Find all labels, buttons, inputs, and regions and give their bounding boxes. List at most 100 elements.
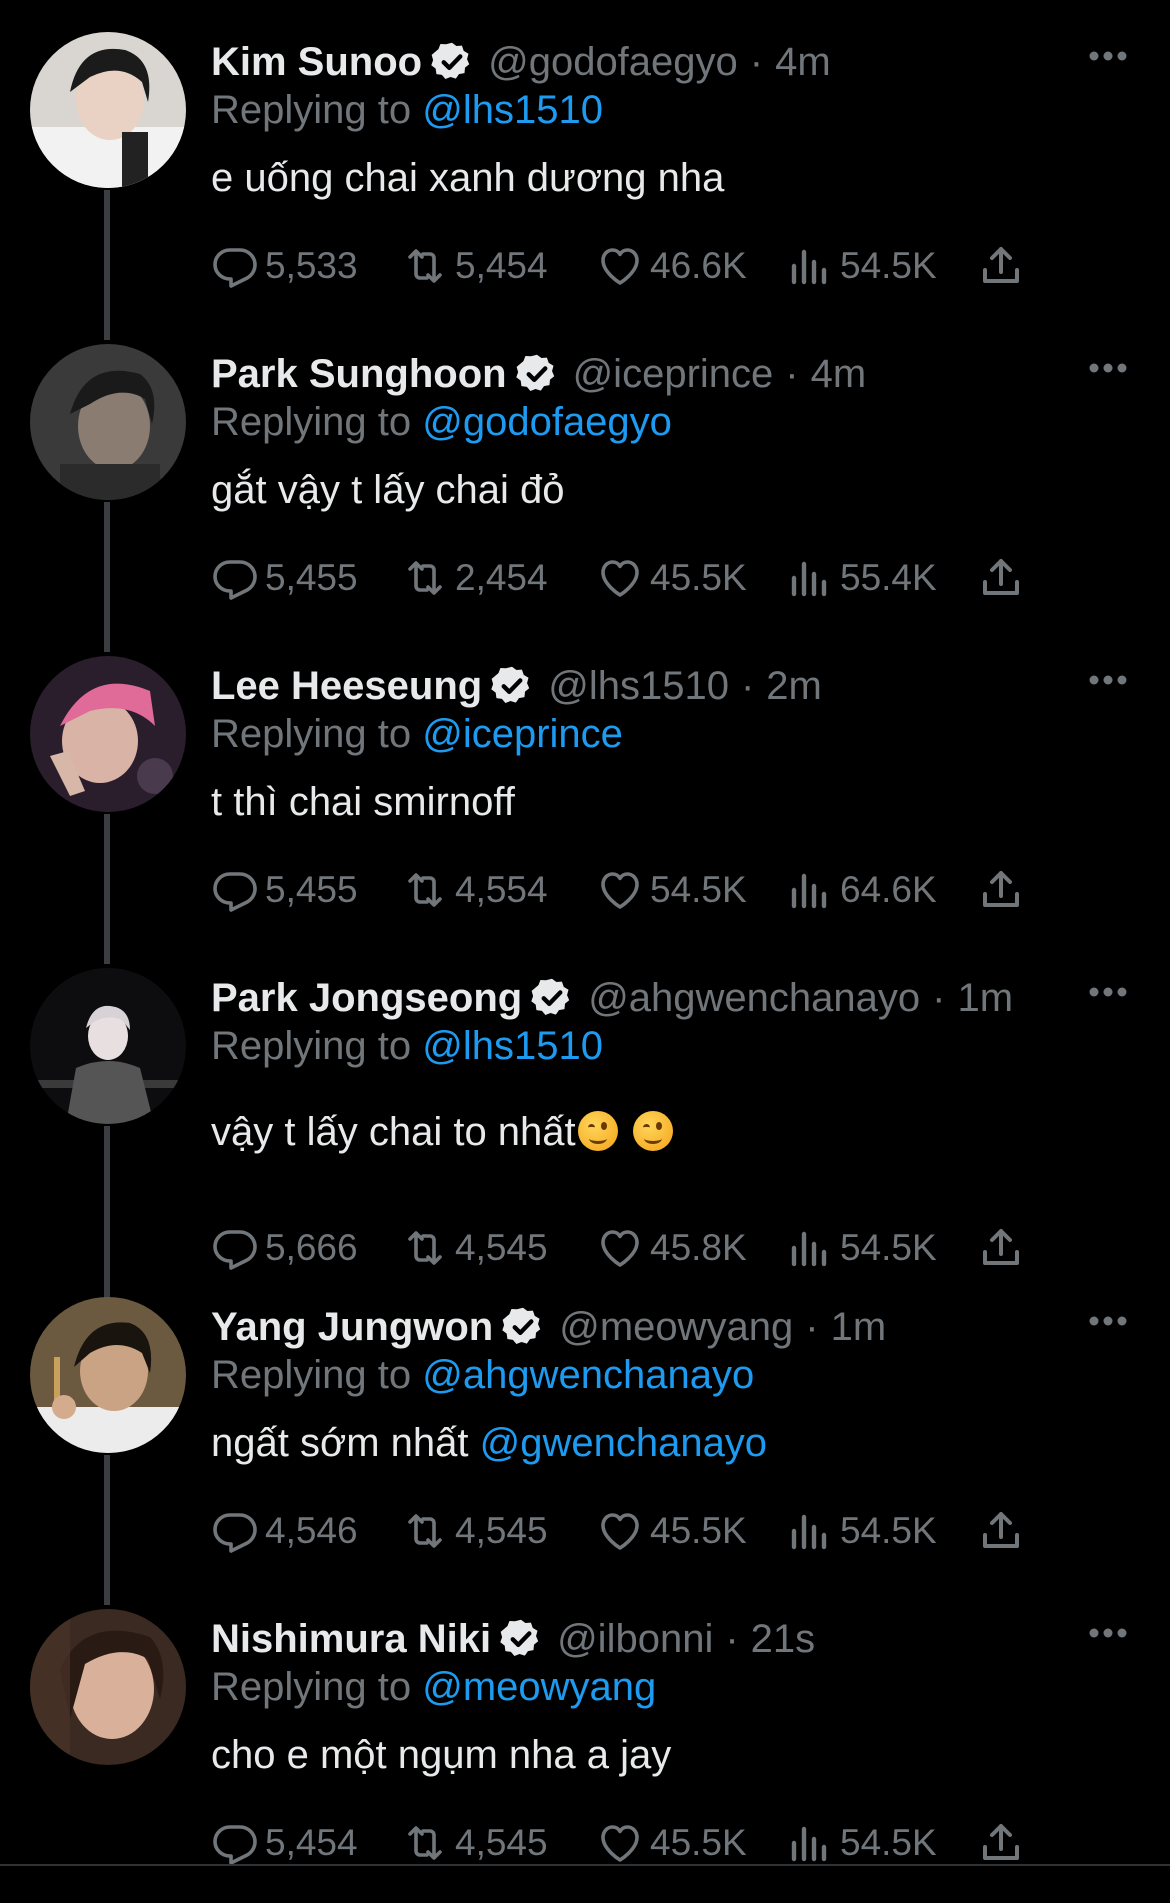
replying-to-mention[interactable]: @lhs1510	[422, 1024, 603, 1068]
timestamp[interactable]: 4m	[811, 348, 867, 400]
timestamp[interactable]: 21s	[751, 1613, 816, 1665]
tweet-text: e uống chai xanh dương nha	[211, 156, 725, 200]
reply-button[interactable]: 5,533	[211, 238, 358, 294]
display-name[interactable]: Yang Jungwon	[211, 1301, 493, 1353]
retweet-button[interactable]: 4,545	[401, 1503, 548, 1559]
tweet[interactable]: Yang Jungwon @meowyang · 1m Replying to …	[0, 1265, 1170, 1605]
user-handle[interactable]: @ilbonni	[557, 1613, 713, 1665]
share-button[interactable]	[977, 862, 1031, 918]
avatar[interactable]	[30, 1609, 186, 1765]
replying-to-mention[interactable]: @godofaegyo	[422, 400, 672, 444]
reply-button[interactable]: 5,455	[211, 550, 358, 606]
heart-icon	[601, 1513, 639, 1550]
avatar[interactable]	[30, 344, 186, 500]
reply-button[interactable]: 5,455	[211, 862, 358, 918]
views-button[interactable]: 54.5K	[786, 1503, 937, 1559]
heart-icon	[601, 248, 639, 285]
tweet[interactable]: Kim Sunoo @godofaegyo · 4m Replying to @…	[0, 0, 1170, 340]
user-handle[interactable]: @godofaegyo	[488, 36, 738, 88]
timestamp[interactable]: 1m	[957, 972, 1013, 1024]
views-button[interactable]: 54.5K	[786, 1815, 937, 1871]
verified-badge-icon	[531, 978, 570, 1016]
like-button[interactable]: 45.5K	[596, 550, 747, 606]
tweet-actions: 5,455 2,454 45.5K 55.4K	[211, 550, 1041, 606]
timestamp[interactable]: 2m	[766, 660, 822, 712]
display-name[interactable]: Nishimura Niki	[211, 1613, 491, 1665]
more-options-icon[interactable]	[1088, 1301, 1128, 1341]
like-button[interactable]: 46.6K	[596, 238, 747, 294]
avatar[interactable]	[30, 32, 186, 188]
tweet-actions: 4,546 4,545 45.5K 54.5K	[211, 1503, 1041, 1559]
tweet[interactable]: Lee Heeseung @lhs1510 · 2m Replying to @…	[0, 624, 1170, 964]
separator-dot: ·	[785, 352, 799, 396]
display-name[interactable]: Lee Heeseung	[211, 660, 482, 712]
views-icon	[791, 561, 827, 597]
tweet-text: gắt vậy t lấy chai đỏ	[211, 468, 565, 512]
tweet-header: Lee Heeseung @lhs1510 · 2m	[211, 660, 822, 712]
retweet-button[interactable]: 2,454	[401, 550, 548, 606]
retweet-button[interactable]: 4,545	[401, 1815, 548, 1871]
share-button[interactable]	[977, 550, 1031, 606]
separator-dot: ·	[749, 40, 764, 84]
reply-count: 5,454	[265, 1822, 358, 1863]
share-icon	[983, 1824, 1019, 1860]
tweet-header: Park Jongseong @ahgwenchanayo · 1m	[211, 972, 1013, 1024]
replying-to: Replying to @lhs1510	[211, 84, 603, 136]
timestamp[interactable]: 4m	[775, 36, 831, 88]
more-options-icon[interactable]	[1088, 1613, 1128, 1653]
separator-dot: ·	[932, 976, 946, 1020]
tweet[interactable]: Park Sunghoon @iceprince · 4m Replying t…	[0, 312, 1170, 652]
like-count: 45.5K	[650, 1822, 747, 1863]
share-icon	[983, 871, 1019, 907]
retweet-count: 5,454	[455, 245, 548, 286]
timestamp[interactable]: 1m	[831, 1301, 887, 1353]
display-name[interactable]: Park Jongseong	[211, 972, 522, 1024]
tweet-header: Kim Sunoo @godofaegyo · 4m	[211, 36, 831, 88]
user-handle[interactable]: @ahgwenchanayo	[588, 972, 920, 1024]
replying-to: Replying to @ahgwenchanayo	[211, 1349, 754, 1401]
user-handle[interactable]: @lhs1510	[548, 660, 729, 712]
replying-to-mention[interactable]: @meowyang	[422, 1665, 656, 1709]
avatar[interactable]	[30, 656, 186, 812]
more-options-icon[interactable]	[1088, 36, 1128, 76]
tweet-mention[interactable]: @gwenchanayo	[480, 1421, 767, 1465]
replying-to-mention[interactable]: @lhs1510	[422, 88, 603, 132]
display-name[interactable]: Park Sunghoon	[211, 348, 507, 400]
user-handle[interactable]: @iceprince	[573, 348, 774, 400]
like-button[interactable]: 45.5K	[596, 1503, 747, 1559]
views-button[interactable]: 64.6K	[786, 862, 937, 918]
like-button[interactable]: 45.5K	[596, 1815, 747, 1871]
replying-to-mention[interactable]: @ahgwenchanayo	[422, 1353, 754, 1397]
display-name[interactable]: Kim Sunoo	[211, 36, 422, 88]
more-options-icon[interactable]	[1088, 660, 1128, 700]
views-button[interactable]: 55.4K	[786, 550, 937, 606]
retweet-button[interactable]: 4,554	[401, 862, 548, 918]
reply-button[interactable]: 4,546	[211, 1503, 358, 1559]
share-button[interactable]	[977, 1503, 1031, 1559]
reply-icon	[213, 248, 257, 288]
view-count: 54.5K	[840, 1822, 937, 1863]
like-count: 54.5K	[650, 869, 747, 910]
like-button[interactable]: 54.5K	[596, 862, 747, 918]
avatar[interactable]	[30, 968, 186, 1124]
retweet-button[interactable]: 5,454	[401, 238, 548, 294]
reply-button[interactable]: 5,454	[211, 1815, 358, 1871]
verified-badge-icon	[515, 354, 554, 392]
tweet[interactable]: Park Jongseong @ahgwenchanayo · 1m Reply…	[0, 936, 1170, 1308]
retweet-count: 4,545	[455, 1510, 548, 1551]
tweet-header: Park Sunghoon @iceprince · 4m	[211, 348, 866, 400]
user-handle[interactable]: @meowyang	[559, 1301, 793, 1353]
share-button[interactable]	[977, 1815, 1031, 1871]
like-count: 45.5K	[650, 1510, 747, 1551]
share-button[interactable]	[977, 238, 1031, 294]
avatar[interactable]	[30, 1297, 186, 1453]
views-button[interactable]: 54.5K	[786, 238, 937, 294]
more-options-icon[interactable]	[1088, 348, 1128, 388]
tweet[interactable]: Nishimura Niki @ilbonni · 21s Replying t…	[0, 1577, 1170, 1889]
retweet-count: 4,545	[455, 1822, 548, 1863]
reply-count: 5,455	[265, 869, 358, 910]
more-options-icon[interactable]	[1088, 972, 1128, 1012]
verified-badge-icon	[500, 1619, 539, 1657]
reply-count: 5,533	[265, 245, 358, 286]
replying-to-mention[interactable]: @iceprince	[422, 712, 623, 756]
